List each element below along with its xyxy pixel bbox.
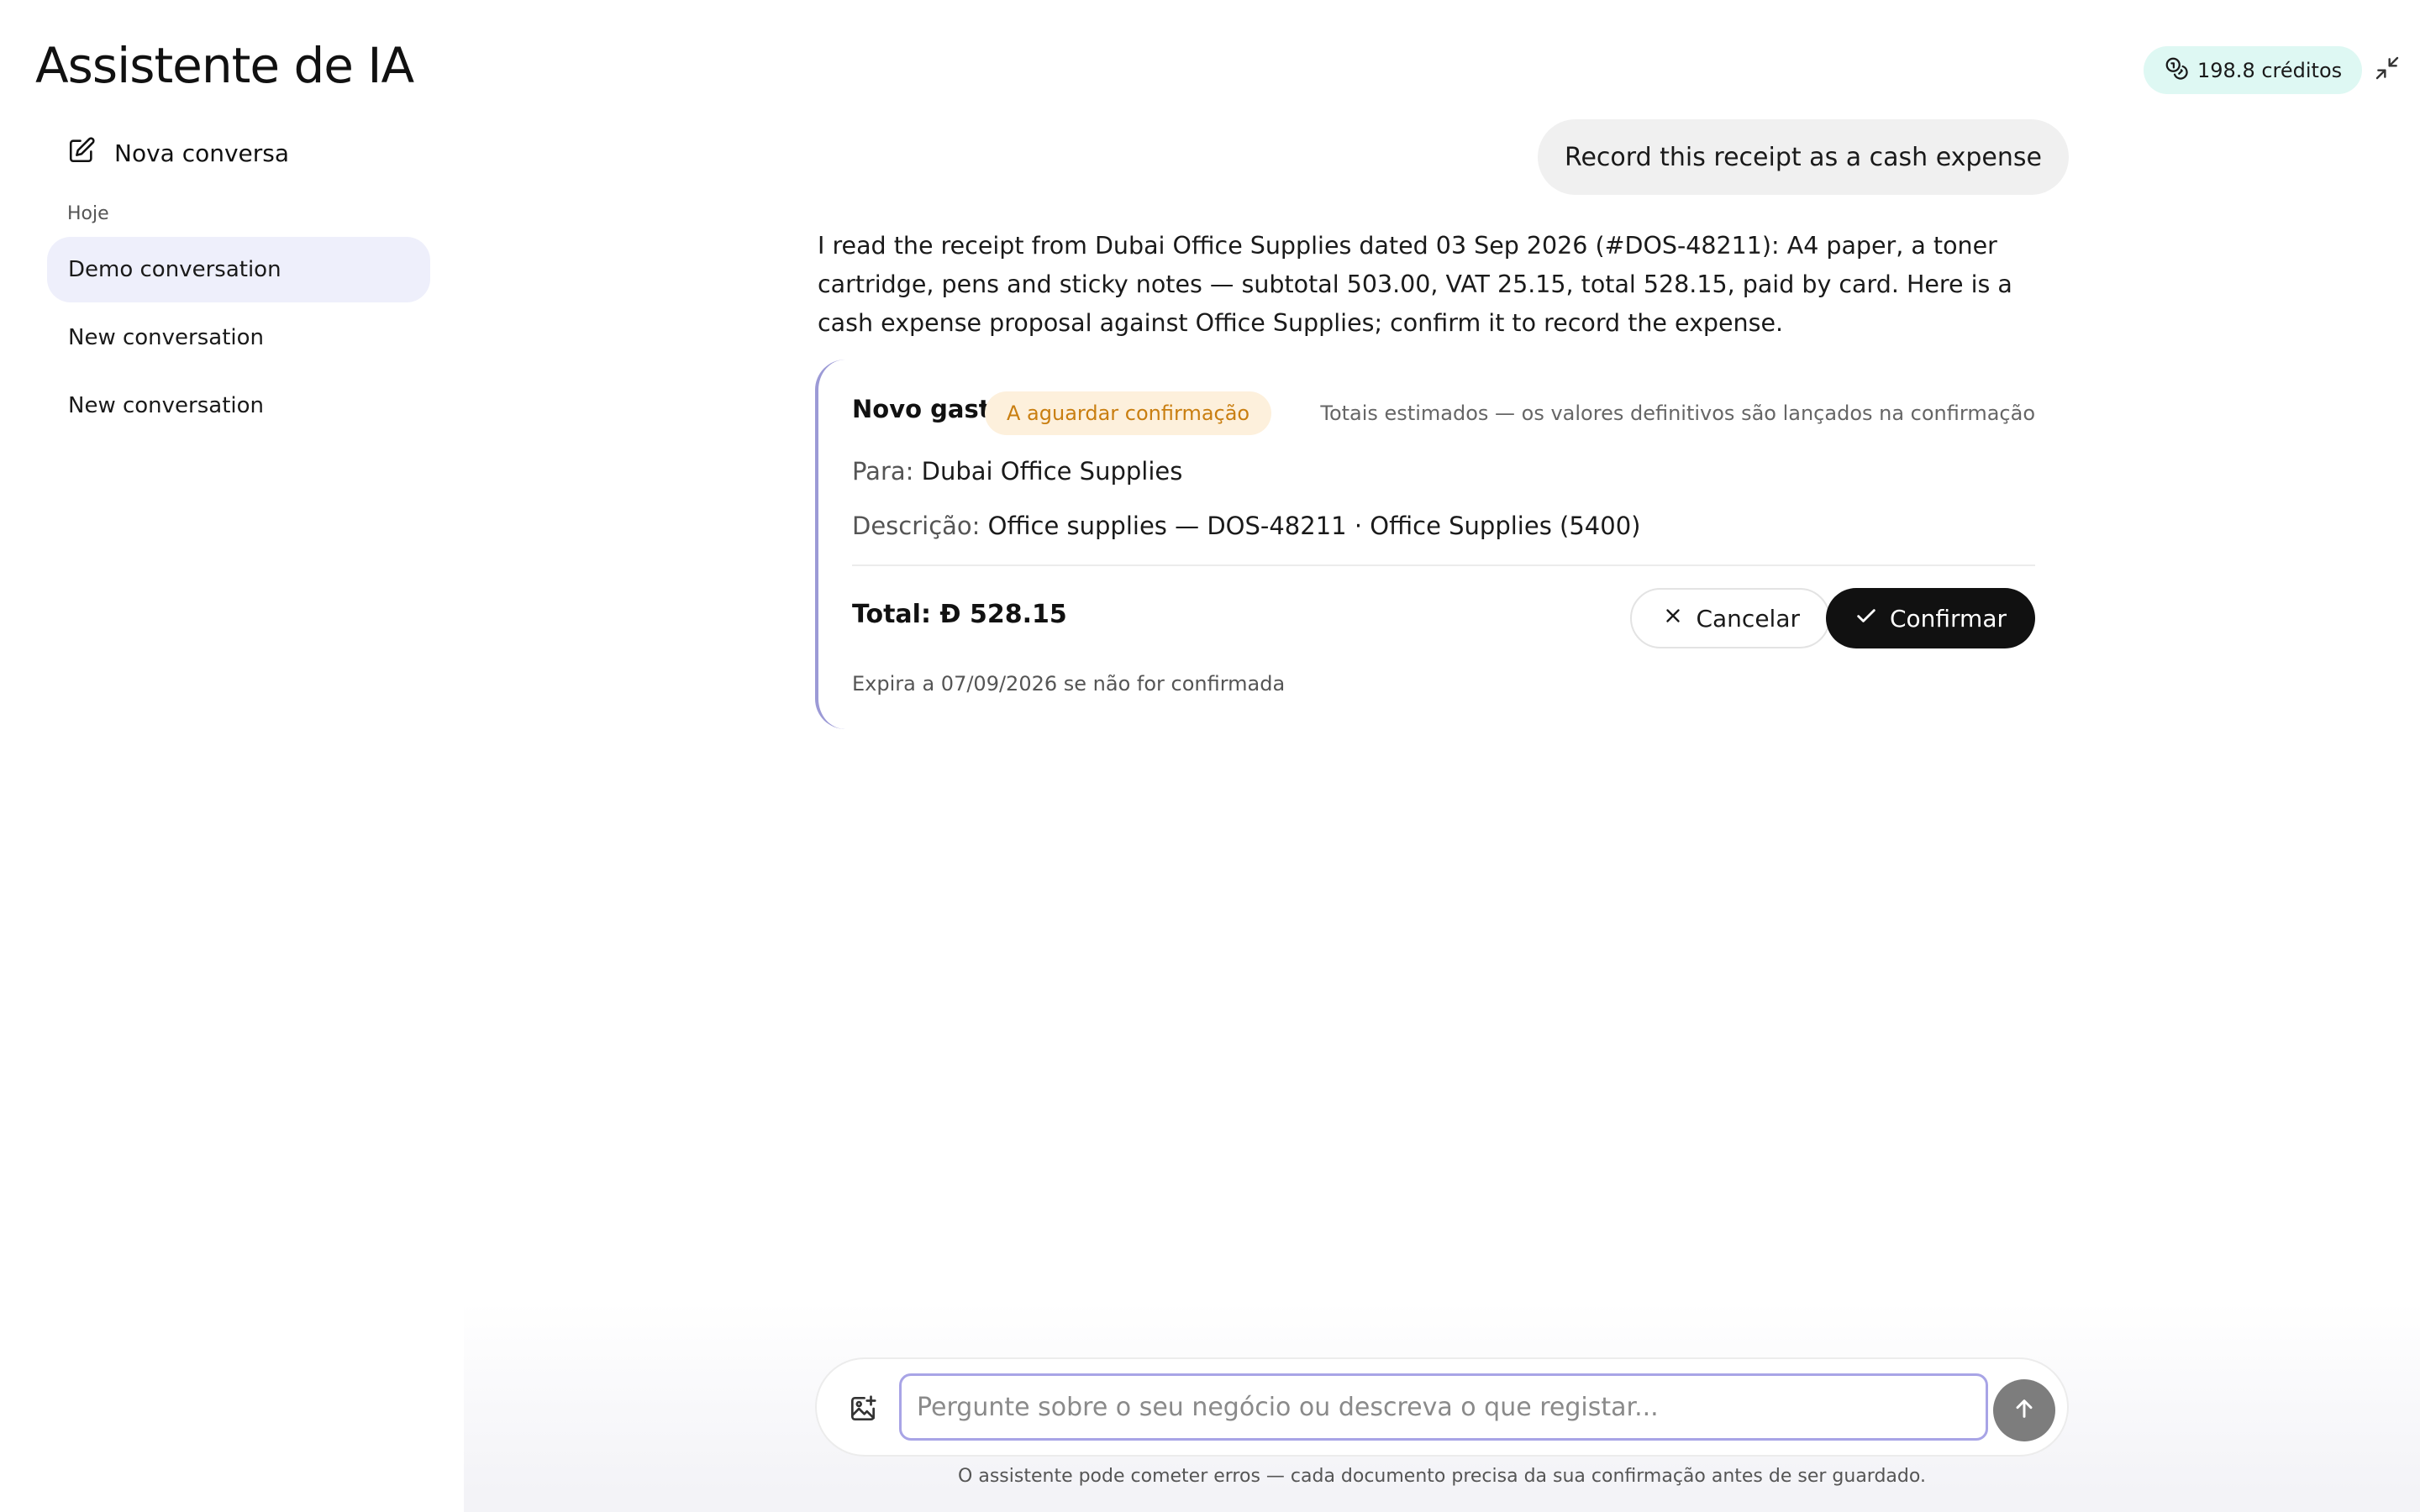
description-value: Office supplies — DOS-48211 · Office Sup… [987, 512, 1641, 540]
divider [852, 564, 2035, 566]
currency-symbol: Ð [939, 600, 961, 629]
section-label-today: Hoje [67, 203, 109, 224]
confirm-button[interactable]: Confirmar [1825, 588, 2035, 648]
payee-value: Dubai Office Supplies [921, 457, 1183, 486]
sidebar-item-new-conversation[interactable]: New conversation [47, 305, 430, 370]
message-input[interactable] [899, 1373, 1988, 1441]
card-title: Novo gasto [852, 395, 1007, 423]
cancel-label: Cancelar [1696, 604, 1800, 633]
assistant-message: I read the receipt from Dubai Office Sup… [818, 232, 2012, 337]
new-conversation-button[interactable]: Nova conversa [67, 136, 289, 171]
composer [815, 1357, 2069, 1457]
page-title: Assistente de IA [35, 37, 414, 94]
sidebar-item-label: New conversation [68, 325, 265, 350]
credits-badge[interactable]: 198.8 créditos [2144, 46, 2363, 94]
send-button[interactable] [1993, 1379, 2055, 1441]
check-icon [1854, 604, 1878, 633]
expiry-note: Expira a 07/09/2026 se não for confirmad… [852, 672, 1286, 696]
estimate-note: Totais estimados — os valores definitivo… [1320, 402, 2035, 425]
total-row: Total: Ð 528.15 [852, 600, 1067, 629]
payee-row: Para: Dubai Office Supplies [852, 457, 1182, 486]
expense-proposal-card: Novo gasto A aguardar confirmação Totais… [815, 360, 2035, 729]
confirm-label: Confirmar [1889, 604, 2007, 633]
cancel-button[interactable]: Cancelar [1630, 588, 1830, 648]
credits-label: 198.8 créditos [2197, 58, 2343, 82]
minimize-icon [2374, 55, 2401, 85]
disclaimer-text: O assistente pode cometer erros — cada d… [958, 1466, 1926, 1487]
sidebar-item-label: Demo conversation [68, 257, 281, 282]
attach-image-button[interactable] [847, 1393, 879, 1425]
payee-label: Para: [852, 457, 914, 486]
sidebar-item-label: New conversation [68, 393, 265, 418]
description-row: Descrição: Office supplies — DOS-48211 ·… [852, 512, 1640, 540]
arrow-up-icon [2011, 1395, 2038, 1425]
minimize-button[interactable] [2371, 54, 2403, 86]
description-label: Descrição: [852, 512, 981, 540]
sidebar-item-demo-conversation[interactable]: Demo conversation [47, 237, 430, 302]
edit-icon [67, 136, 96, 171]
coins-icon [2164, 55, 2189, 86]
image-add-icon [847, 1395, 879, 1428]
status-badge: A aguardar confirmação [985, 391, 1272, 435]
new-conversation-label: Nova conversa [114, 139, 290, 167]
total-value: 528.15 [970, 600, 1067, 629]
close-icon [1662, 605, 1684, 633]
user-message: Record this receipt as a cash expense [1537, 119, 2069, 195]
sidebar-item-new-conversation[interactable]: New conversation [47, 373, 430, 438]
total-label: Total: [852, 600, 931, 629]
